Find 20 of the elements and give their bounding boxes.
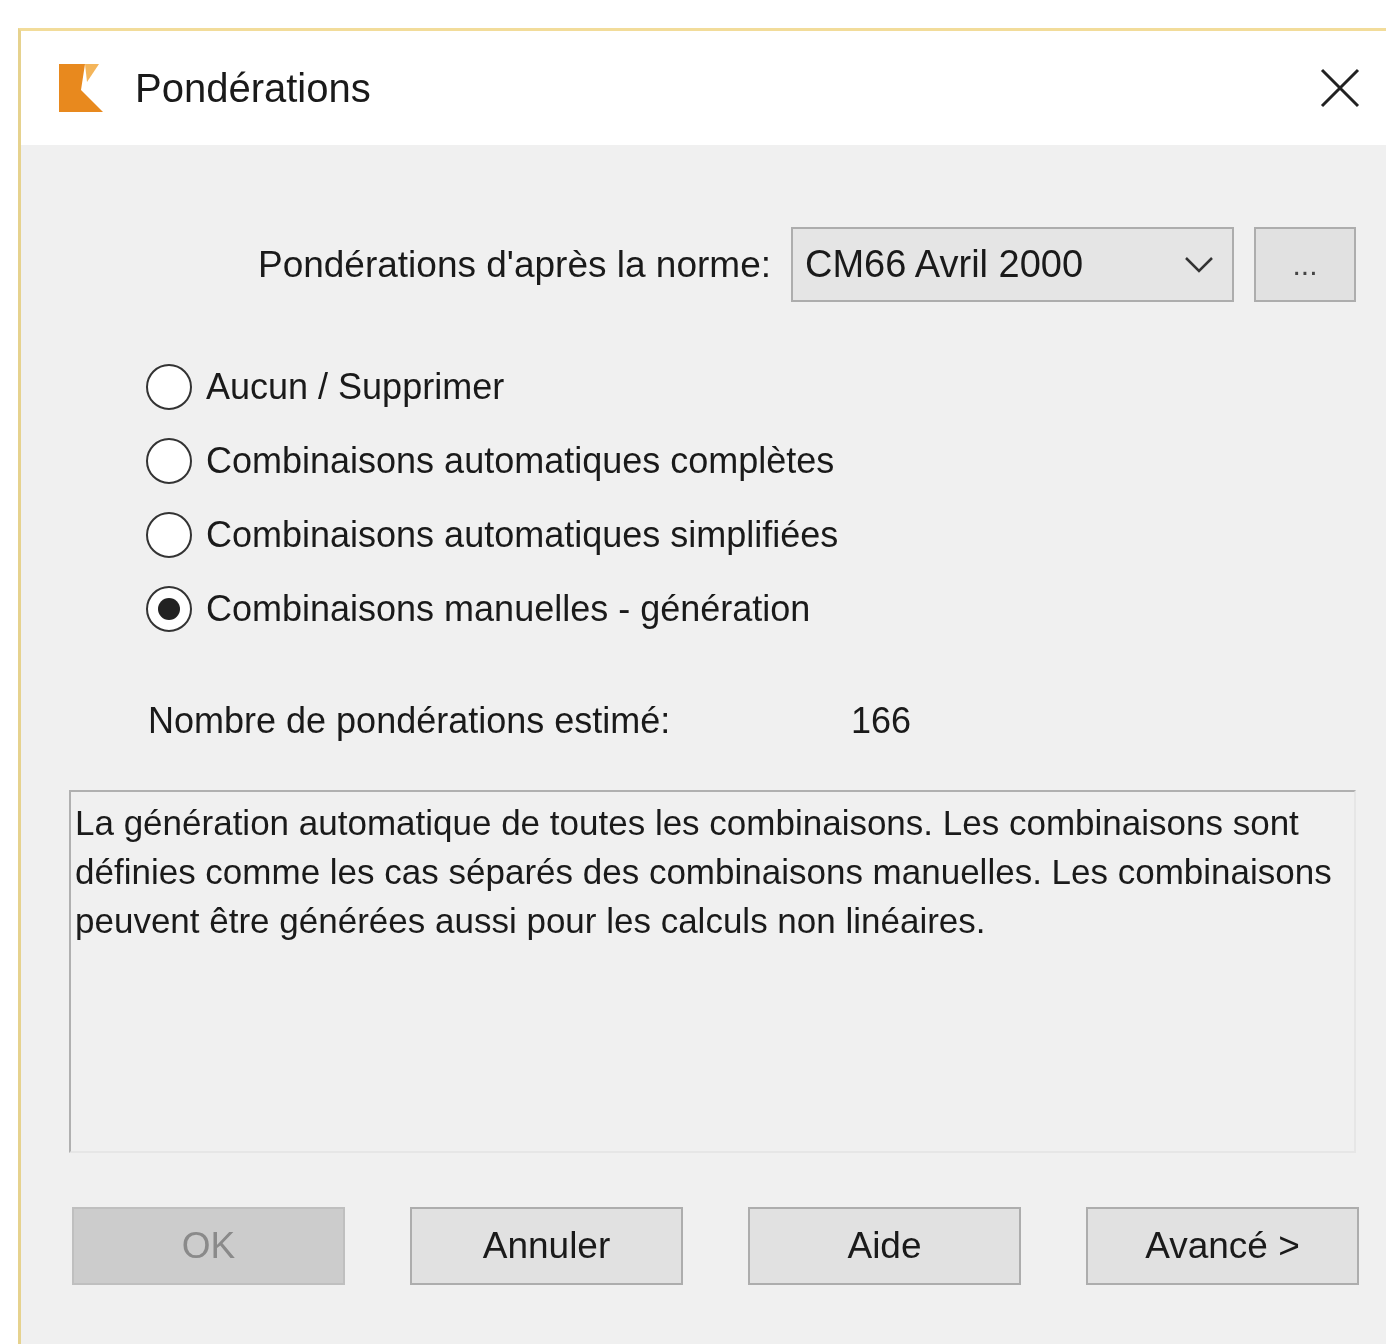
dialog-button[interactable]: Annuler [410,1207,683,1285]
norm-label: Pondérations d'après la norme: [257,243,771,286]
estimate-label: Nombre de pondérations estimé: [148,700,672,742]
norm-dropdown[interactable]: CM66 Avril 2000 [791,227,1234,302]
radio-button[interactable] [146,364,192,410]
option-label: Combinaisons automatiques complètes [206,440,835,482]
option-label: Aucun / Supprimer [206,366,505,408]
estimate-value: 166 [851,700,912,742]
option-label: Combinaisons automatiques simplifiées [206,514,839,556]
browse-button[interactable]: ... [1254,227,1356,302]
description-box: La génération automatique de toutes les combinaisons. Les combinaisons sont définies comme les cas séparés des combinaisons manuelles. Les combinaisons peuvent être générées aussi pour les calculs non linéaires. [69,790,1356,1153]
dialog-button[interactable]: Avancé > [1086,1207,1359,1285]
window-title: Pondérations [135,65,372,111]
dialog-button[interactable]: Aide [748,1207,1021,1285]
radio-button[interactable] [146,438,192,484]
close-icon[interactable] [1320,68,1360,108]
option-label: Combinaisons manuelles - génération [206,588,811,630]
radio-button[interactable] [146,512,192,558]
radio-button[interactable] [146,586,192,632]
chevron-icon [1184,255,1214,274]
